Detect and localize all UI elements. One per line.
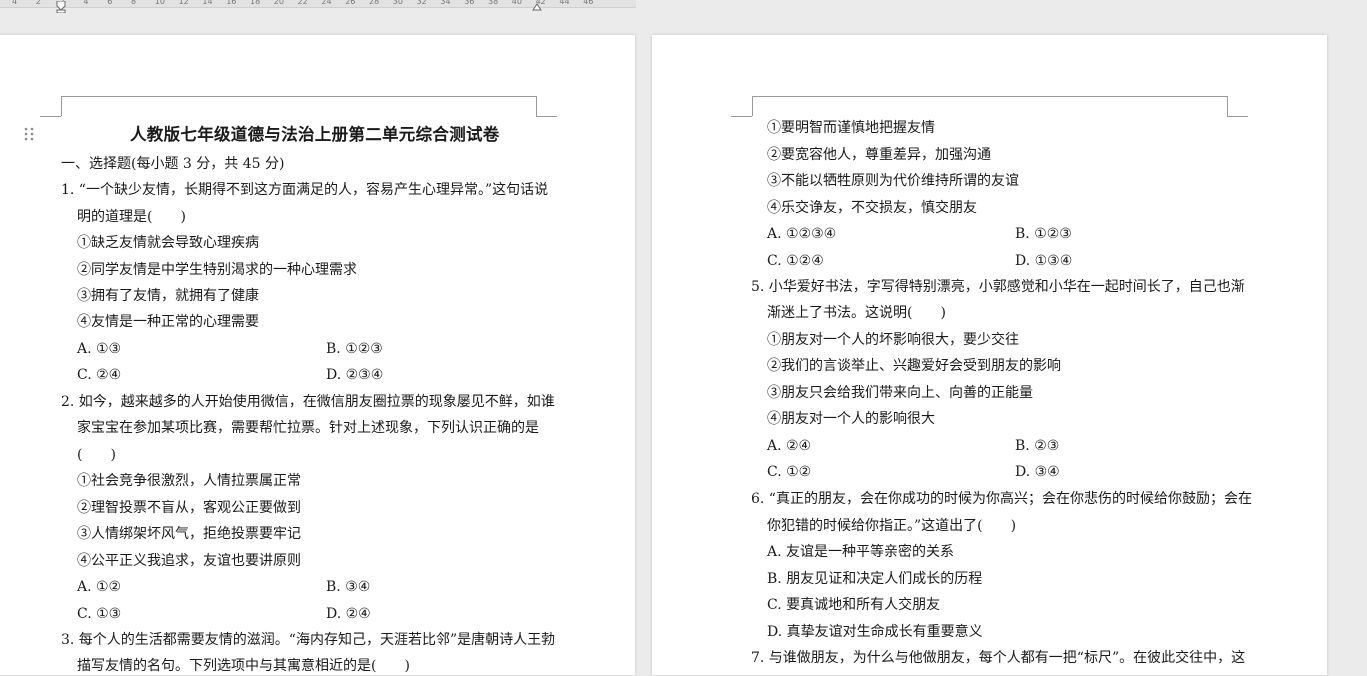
- ruler-tick-label: 8: [131, 0, 137, 6]
- answer-option: D. 真挚友谊对生命成长有重要意义: [767, 624, 983, 640]
- ruler-tick-label: 6: [107, 0, 113, 6]
- ruler-tick-label: 32: [416, 0, 427, 6]
- answer-option: A. 友谊是一种平等亲密的关系: [767, 544, 955, 560]
- statement-item: ③人情绑架坏风气，拒绝投票要牢记: [77, 526, 301, 542]
- ruler-tick-label: 10: [154, 0, 165, 6]
- statement-item: ①社会竞争很激烈，人情拉票属正常: [77, 473, 301, 489]
- question-text: 7. 与谁做朋友，为什么与他做朋友，每个人都有一把“标尺”。在彼此交往中，这: [751, 650, 1246, 666]
- ruler-tick-label: 12: [178, 0, 189, 6]
- statement-item: ①缺乏友情就会导致心理疾病: [77, 235, 259, 251]
- margin-corner-mark: [536, 96, 537, 116]
- ruler-tick-label: 14: [202, 0, 213, 6]
- answer-option: A. ①③: [77, 341, 122, 357]
- statement-item: ③不能以牺牲原则为代价维持所谓的友谊: [767, 173, 1019, 189]
- margin-corner-mark: [536, 116, 557, 117]
- answer-option: D. ②③④: [326, 367, 384, 383]
- answer-option: B. ③④: [326, 579, 371, 595]
- ruler-tick-label: 16: [226, 0, 237, 6]
- ruler-tick-label: 2: [35, 0, 41, 6]
- ruler-tick-label: 26: [345, 0, 356, 6]
- header-rule: [752, 96, 1228, 97]
- margin-corner-mark: [1227, 116, 1248, 117]
- answer-option: C. ①②④: [767, 253, 824, 269]
- answer-option: B. ①②③: [1015, 226, 1072, 242]
- statement-item: ①朋友对一个人的坏影响很大，要少交往: [767, 332, 1019, 348]
- statement-item: ②我们的言谈举止、兴趣爱好会受到朋友的影响: [767, 358, 1061, 374]
- answer-option: B. ①②③: [326, 341, 383, 357]
- statement-item: ④乐交诤友，不交损友，慎交朋友: [767, 200, 977, 216]
- question-text: 3. 每个人的生活都需要友情的滋润。“海内存知己，天涯若比邻”是唐朝诗人王勃: [61, 632, 556, 648]
- section-heading: 一、选择题(每小题 3 分，共 45 分): [61, 156, 285, 172]
- ruler-tick-label: 46: [583, 0, 594, 6]
- ruler-tick-label: 20: [273, 0, 284, 6]
- answer-option: A. ①②③④: [767, 226, 837, 242]
- ruler-tick-label: 22: [297, 0, 308, 6]
- question-text: 渐迷上了书法。这说明( ): [767, 305, 946, 321]
- margin-corner-mark: [61, 96, 62, 116]
- answer-option: C. 要真诚地和所有人交朋友: [767, 597, 941, 613]
- ruler-tick-label: 4: [83, 0, 89, 6]
- ruler-tick-label: 24: [321, 0, 332, 6]
- block-drag-handle-icon[interactable]: [24, 127, 36, 141]
- answer-option: C. ②④: [77, 367, 122, 383]
- answer-option: A. ①②: [77, 579, 122, 595]
- statement-item: ③朋友只会给我们带来向上、向善的正能量: [767, 385, 1033, 401]
- question-text: 6. “真正的朋友，会在你成功的时候为你高兴；会在你悲伤的时候给你鼓励；会在: [751, 491, 1252, 507]
- statement-item: ①要明智而谨慎地把握友情: [767, 120, 935, 136]
- question-text: ( ): [77, 447, 116, 463]
- question-text: 明的道理是( ): [77, 209, 186, 225]
- document-title: 人教版七年级道德与法治上册第二单元综合测试卷: [130, 125, 500, 144]
- statement-item: ③拥有了友情，就拥有了健康: [77, 288, 259, 304]
- answer-option: B. 朋友见证和决定人们成长的历程: [767, 571, 983, 587]
- question-text: 5. 小华爱好书法，字写得特别漂亮，小郭感觉和小华在一起时间长了，自己也渐: [751, 279, 1245, 295]
- ruler-tick-label: 30: [392, 0, 403, 6]
- answer-option: C. ①②: [767, 464, 812, 480]
- question-text: 你犯错的时候给你指正。”这道出了( ): [767, 518, 1017, 534]
- margin-corner-mark: [731, 116, 752, 117]
- statement-item: ②同学友情是中学生特别渴求的一种心理需求: [77, 262, 357, 278]
- right-indent-marker-icon[interactable]: [532, 1, 542, 11]
- ruler-tick-label: 28: [369, 0, 380, 6]
- margin-corner-mark: [40, 116, 61, 117]
- answer-option: D. ①③④: [1015, 253, 1073, 269]
- document-page-right: [652, 35, 1327, 675]
- left-indent-marker-icon[interactable]: [56, 1, 66, 13]
- statement-item: ②要宽容他人，尊重差异，加强沟通: [767, 147, 991, 163]
- ruler-tick-label: 34: [440, 0, 451, 6]
- statement-item: ④友情是一种正常的心理需要: [77, 314, 259, 330]
- margin-corner-mark: [752, 96, 753, 116]
- question-text: 2. 如今，越来越多的人开始使用微信，在微信朋友圈拉票的现象屡见不鲜，如谁: [61, 394, 555, 410]
- ruler-tick-label: 38: [488, 0, 499, 6]
- statement-item: ②理智投票不盲从，客观公正要做到: [77, 500, 301, 516]
- answer-option: A. ②④: [767, 438, 812, 454]
- answer-option: D. ③④: [1015, 464, 1060, 480]
- question-text: 1. “一个缺少友情，长期得不到这方面满足的人，容易产生心理异常。”这句话说: [61, 182, 549, 198]
- horizontal-ruler[interactable]: 4224681012141618202224262830323436384042…: [0, 0, 636, 13]
- question-text: 家宝宝在参加某项比赛，需要帮忙拉票。针对上述现象，下列认识正确的是: [77, 420, 539, 436]
- ruler-tick-label: 44: [559, 0, 570, 6]
- header-rule: [61, 96, 537, 97]
- answer-option: C. ①③: [77, 606, 122, 622]
- answer-option: D. ②④: [326, 606, 371, 622]
- statement-item: ④朋友对一个人的影响很大: [767, 411, 935, 427]
- ruler-tick-label: 4: [12, 0, 18, 6]
- statement-item: ④公平正义我追求，友谊也要讲原则: [77, 553, 301, 569]
- ruler-tick-label: 40: [511, 0, 522, 6]
- margin-corner-mark: [1227, 96, 1228, 116]
- ruler-tick-label: 36: [464, 0, 475, 6]
- answer-option: B. ②③: [1015, 438, 1060, 454]
- question-text: 描写友情的名句。下列选项中与其寓意相近的是( ): [77, 658, 410, 674]
- ruler-tick-label: 18: [250, 0, 261, 6]
